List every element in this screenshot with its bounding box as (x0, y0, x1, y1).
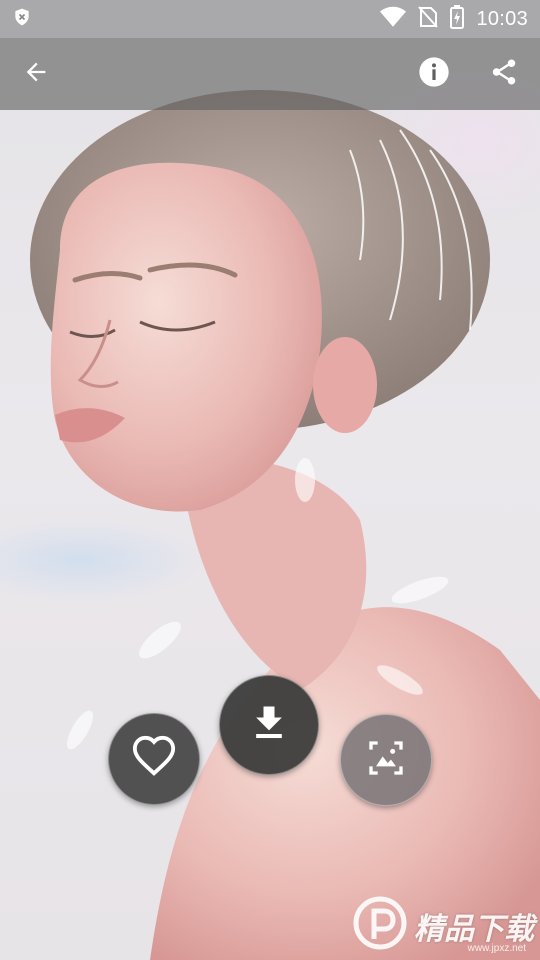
info-icon (418, 56, 450, 93)
wifi-icon (380, 6, 407, 33)
watermark-url: www.jpxz.net (467, 943, 526, 954)
status-time: 10:03 (476, 7, 528, 30)
arrow-back-icon (22, 58, 50, 91)
no-sim-icon (418, 5, 439, 33)
set-wallpaper-button[interactable] (340, 714, 432, 806)
share-icon (489, 57, 519, 92)
shield-icon (12, 7, 32, 32)
battery-charging-icon (450, 4, 465, 34)
favorite-button[interactable] (108, 713, 200, 805)
top-app-bar (0, 38, 540, 110)
info-button[interactable] (412, 52, 456, 96)
watermark: 精品下载 www.jpxz.net (352, 895, 534, 956)
watermark-logo-icon (352, 895, 408, 956)
back-button[interactable] (14, 52, 58, 96)
watermark-brand: 精品下载 (414, 912, 534, 946)
portrait-illustration (30, 90, 540, 960)
download-icon (247, 701, 291, 750)
wallpaper-icon (366, 738, 406, 783)
share-button[interactable] (482, 52, 526, 96)
wallpaper-image (0, 0, 540, 960)
status-bar: 10:03 (0, 0, 540, 38)
heart-outline-icon (131, 734, 177, 785)
download-button[interactable] (219, 675, 319, 775)
